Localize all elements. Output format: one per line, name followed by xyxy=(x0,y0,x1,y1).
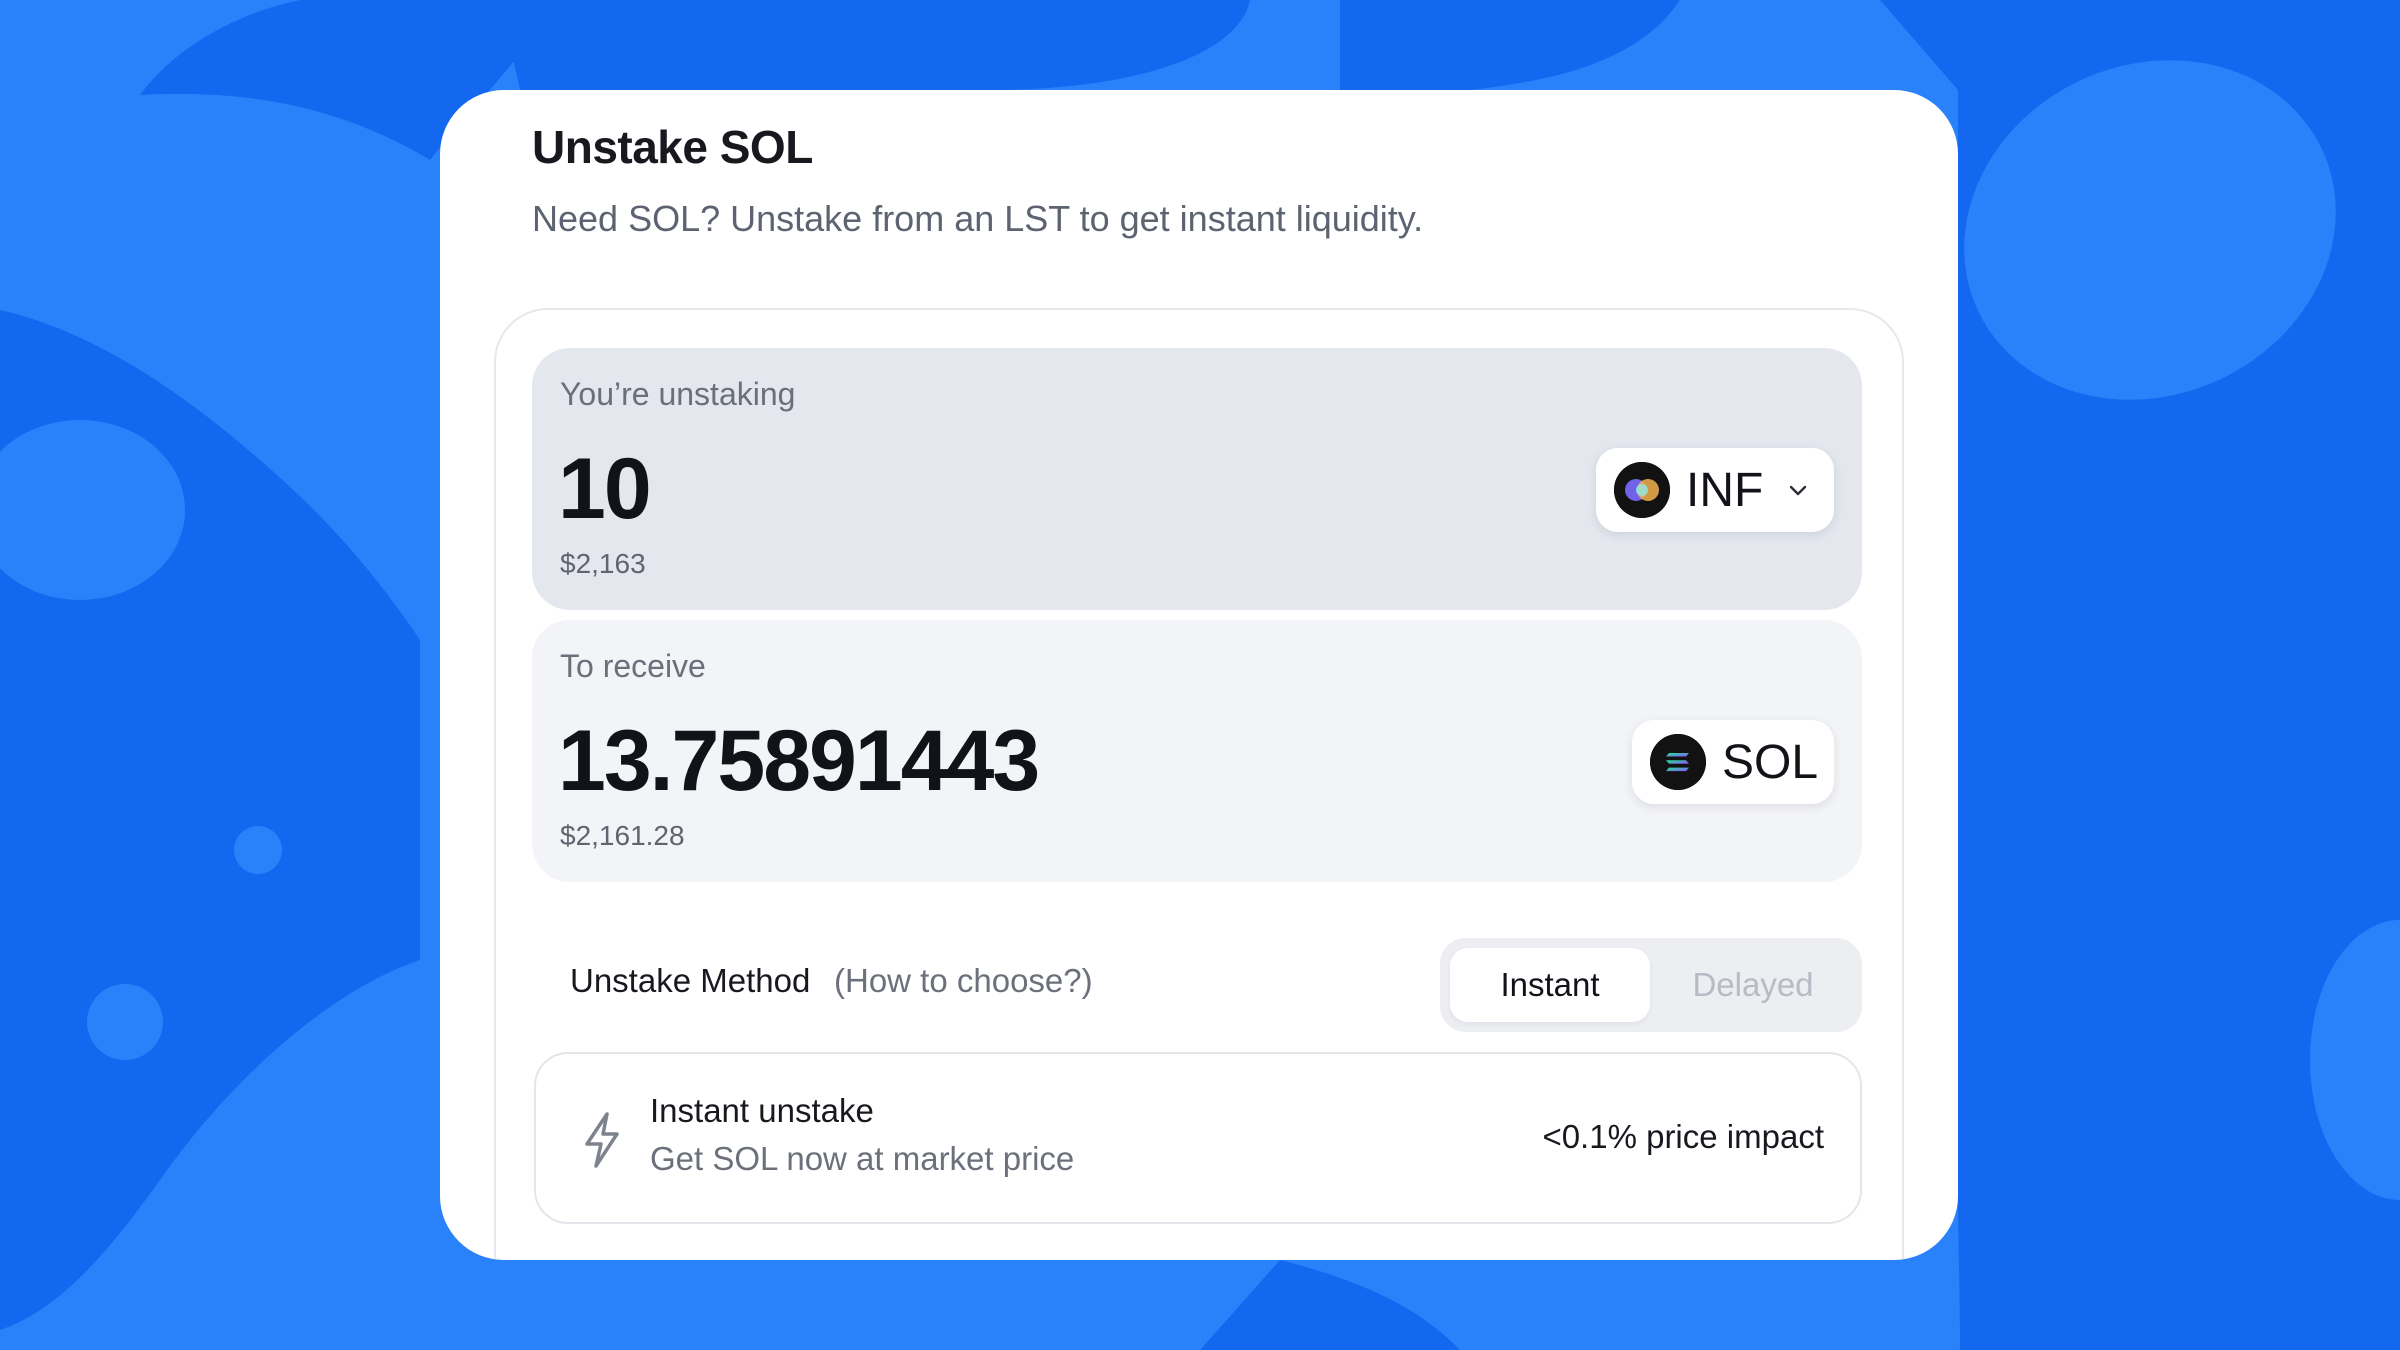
how-to-choose-link[interactable]: (How to choose?) xyxy=(834,962,1093,1000)
unstake-label: You’re unstaking xyxy=(560,376,796,412)
receive-output-box: To receive 13.75891443 $2,161.28 SOL xyxy=(532,620,1862,882)
inf-token-symbol: INF xyxy=(1686,463,1764,517)
card-title: Unstake SOL xyxy=(532,121,813,173)
unstake-input-box[interactable]: You’re unstaking 10 $2,163 INF xyxy=(532,348,1862,610)
unstake-amount-input[interactable]: 10 xyxy=(558,446,652,532)
unstake-method-label: Unstake Method xyxy=(570,962,811,999)
inf-token-selector[interactable]: INF xyxy=(1596,448,1834,532)
receive-label: To receive xyxy=(560,648,706,684)
delayed-option[interactable]: Delayed xyxy=(1654,948,1852,1022)
receive-amount: 13.75891443 xyxy=(558,713,1040,809)
instant-unstake-subtitle: Get SOL now at market price xyxy=(650,1140,1075,1177)
lightning-bolt-icon xyxy=(585,1112,619,1168)
page-background: Unstake SOL Need SOL? Unstake from an LS… xyxy=(0,0,2400,1350)
chevron-down-icon xyxy=(1785,477,1811,503)
receive-usd-value: $2,161.28 xyxy=(560,820,685,851)
unstake-card: Unstake SOL Need SOL? Unstake from an LS… xyxy=(440,90,1958,1260)
sol-token-icon xyxy=(1650,734,1706,790)
instant-unstake-title: Instant unstake xyxy=(650,1092,874,1129)
instant-unstake-info: Instant unstake Get SOL now at market pr… xyxy=(534,1052,1862,1224)
instant-option[interactable]: Instant xyxy=(1450,948,1650,1022)
price-impact: <0.1% price impact xyxy=(1542,1118,1824,1155)
inf-token-icon xyxy=(1614,462,1670,518)
sol-token-display: SOL xyxy=(1632,720,1834,804)
sol-token-symbol: SOL xyxy=(1722,735,1819,789)
unstake-usd-value: $2,163 xyxy=(560,548,646,579)
card-subtitle: Need SOL? Unstake from an LST to get ins… xyxy=(532,198,1424,239)
unstake-method-toggle: Instant Delayed xyxy=(1440,938,1862,1032)
